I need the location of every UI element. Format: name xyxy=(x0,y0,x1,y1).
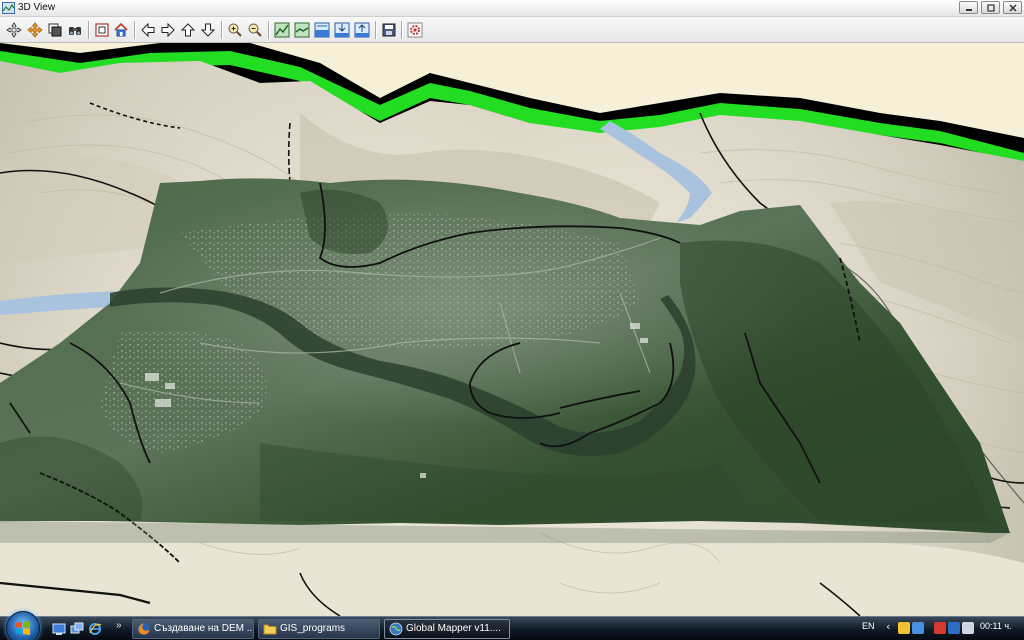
taskbar-item-label: Създаване на DEM ... xyxy=(154,623,254,634)
water-down-button[interactable] xyxy=(332,20,352,40)
water-down-icon xyxy=(334,22,350,38)
binoculars-icon xyxy=(69,27,81,35)
title-bar[interactable]: 3D View xyxy=(0,0,1024,17)
language-indicator[interactable]: EN xyxy=(862,621,875,631)
3d-view-window: 3D View xyxy=(0,0,1024,616)
vertical-exaggeration-down-button[interactable] xyxy=(292,20,312,40)
vertical-exaggeration-up-button[interactable] xyxy=(272,20,292,40)
binoculars-button[interactable] xyxy=(65,20,85,40)
water-level-button[interactable] xyxy=(312,20,332,40)
tray-notification-icon[interactable] xyxy=(898,622,910,634)
save-icon xyxy=(382,23,396,37)
move-tool-button[interactable] xyxy=(25,20,45,40)
taskbar-item-folder[interactable]: GIS_programs xyxy=(258,619,380,639)
pan-left-button[interactable] xyxy=(138,20,158,40)
taskbar-item-firefox[interactable]: Създаване на DEM ... xyxy=(132,619,254,639)
arrow-up-icon xyxy=(180,23,196,37)
terrain-up-icon xyxy=(274,22,290,38)
arrow-down-icon xyxy=(200,23,216,37)
folder-icon xyxy=(263,624,277,635)
maximize-button[interactable] xyxy=(981,1,1000,14)
zoom-in-button[interactable] xyxy=(225,20,245,40)
home-view-button[interactable] xyxy=(111,20,131,40)
zoom-in-icon xyxy=(228,23,242,37)
browser-icon[interactable] xyxy=(88,622,102,636)
pan-right-button[interactable] xyxy=(158,20,178,40)
settings-button[interactable] xyxy=(405,20,425,40)
toolbar-separator xyxy=(88,21,89,39)
windows-logo-icon xyxy=(16,621,30,635)
close-button[interactable] xyxy=(1003,1,1022,14)
pan-up-button[interactable] xyxy=(178,20,198,40)
taskbar: » Създаване на DEM ... GIS_programs Glob… xyxy=(0,611,1024,640)
window-controls xyxy=(959,0,1022,16)
minimize-button[interactable] xyxy=(959,1,978,14)
terrain-render xyxy=(0,43,1024,616)
globe-icon xyxy=(389,622,403,636)
toolbar-separator xyxy=(268,21,269,39)
tray-connection-icon[interactable] xyxy=(948,622,960,634)
firefox-icon xyxy=(138,623,150,635)
zoom-box-icon xyxy=(95,23,109,37)
maximize-icon xyxy=(987,4,995,12)
window-title: 3D View xyxy=(18,2,56,13)
start-button[interactable] xyxy=(6,611,40,640)
water-up-button[interactable] xyxy=(352,20,372,40)
copy-icon xyxy=(48,23,62,37)
show-desktop-icon[interactable] xyxy=(52,622,66,636)
water-icon xyxy=(314,22,330,38)
zoom-out-button[interactable] xyxy=(245,20,265,40)
copy-view-button[interactable] xyxy=(45,20,65,40)
arrow-left-icon xyxy=(141,22,155,38)
tray-expand-icon[interactable]: ‹ xyxy=(886,620,890,633)
taskbar-item-label: GIS_programs xyxy=(280,623,346,634)
cross-arrows-icon xyxy=(27,22,43,38)
toolbar-separator xyxy=(134,21,135,39)
arrow-right-icon xyxy=(161,22,175,38)
tray-volume-icon[interactable] xyxy=(962,622,974,634)
toolbar xyxy=(0,17,1024,43)
zoom-out-icon xyxy=(248,23,262,37)
water-up-icon xyxy=(354,22,370,38)
app-icon xyxy=(2,2,15,14)
switch-windows-icon[interactable] xyxy=(70,622,84,636)
terrain-down-icon xyxy=(294,22,310,38)
minimize-icon xyxy=(966,9,972,11)
close-icon xyxy=(1009,4,1017,12)
clock[interactable]: 00:11 ч. xyxy=(980,621,1012,631)
gear-icon xyxy=(407,22,423,38)
toolbar-separator xyxy=(401,21,402,39)
tray-security-icon[interactable] xyxy=(934,622,946,634)
quick-launch-more[interactable]: » xyxy=(116,620,122,631)
taskbar-item-global-mapper[interactable]: Global Mapper v11.... xyxy=(384,619,510,639)
arrows-move-icon xyxy=(6,22,22,38)
toolbar-separator xyxy=(221,21,222,39)
3d-terrain-viewport[interactable] xyxy=(0,43,1024,616)
taskbar-item-label: Global Mapper v11.... xyxy=(406,623,501,634)
tray-network-icon[interactable] xyxy=(912,622,924,634)
toolbar-separator xyxy=(375,21,376,39)
pan-down-button[interactable] xyxy=(198,20,218,40)
home-icon xyxy=(114,22,128,37)
pan-tool-button[interactable] xyxy=(4,20,24,40)
save-image-button[interactable] xyxy=(379,20,399,40)
zoom-extent-button[interactable] xyxy=(92,20,112,40)
